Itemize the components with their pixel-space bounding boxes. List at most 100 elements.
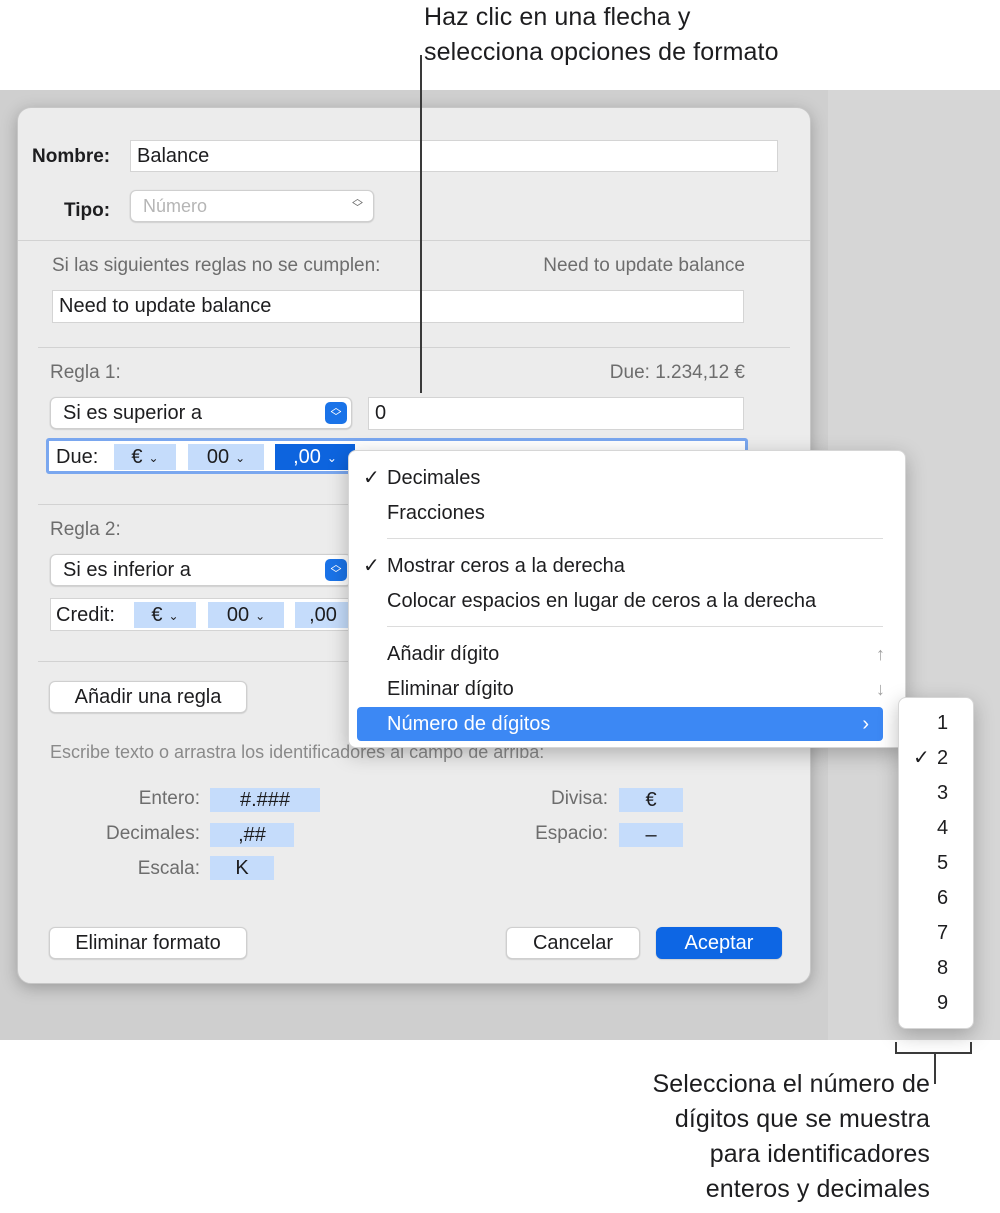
menu-item-label: Número de dígitos — [387, 713, 551, 735]
rule-2-currency-token[interactable]: € ⌄ — [134, 602, 196, 628]
submenu-item-1[interactable]: 1 — [899, 706, 975, 741]
menu-item-label: Eliminar dígito — [387, 678, 514, 700]
submenu-item-8[interactable]: 8 — [899, 951, 975, 986]
submenu-item-6[interactable]: 6 — [899, 881, 975, 916]
submenu-item-2[interactable]: ✓ 2 — [899, 741, 975, 776]
callout-top-line-2: selecciona opciones de formato — [424, 38, 779, 66]
rule-1-decimals-token[interactable]: ,00 ⌄ — [275, 444, 355, 470]
separator — [38, 347, 790, 348]
menu-separator — [387, 538, 883, 539]
submenu-item-label: 1 — [937, 712, 949, 734]
menu-item-remove-digit[interactable]: Eliminar dígito ↓ — [349, 672, 907, 706]
callout-bottom-leader — [934, 1052, 936, 1084]
integer-token[interactable]: #.### — [210, 788, 320, 812]
rules-intro: Si las siguientes reglas no se cumplen: — [52, 255, 381, 276]
checkmark-icon: ✓ — [913, 747, 930, 769]
rule-2-condition-popup[interactable]: Si es inferior a ︿ ﹀ — [50, 554, 352, 586]
rule-1-integer-token-label: 00 — [206, 446, 230, 468]
rules-preview: Need to update balance — [543, 255, 745, 276]
checkmark-icon: ✓ — [363, 555, 380, 577]
callout-bottom-line-2: dígitos que se muestra — [674, 1105, 930, 1133]
rule-1-condition-value: Si es superior a — [63, 401, 202, 424]
rule-1-integer-token[interactable]: 00 ⌄ — [188, 444, 264, 470]
submenu-item-label: 4 — [937, 817, 949, 839]
menu-item-show-trailing-zeros[interactable]: ✓ Mostrar ceros a la derecha — [349, 549, 907, 583]
menu-separator — [387, 626, 883, 627]
rule-1-currency-token-label: € — [131, 446, 143, 468]
rule-1-title: Regla 1: — [50, 362, 121, 383]
digits-submenu: 1 ✓ 2 3 4 5 6 7 8 9 — [898, 697, 974, 1029]
callout-top-line-1: Haz clic en una flecha y — [424, 3, 691, 31]
submenu-item-label: 9 — [937, 992, 949, 1014]
space-label: Espacio: — [535, 823, 608, 844]
callout-bottom-line-4: enteros y decimales — [705, 1175, 930, 1203]
rule-1-value: 0 — [375, 402, 387, 424]
delete-format-button[interactable]: Eliminar formato — [49, 927, 247, 959]
stepper-arrows-icon: ︿ ﹀ — [352, 193, 363, 214]
callout-bottom-line-1: Selecciona el número de — [652, 1070, 930, 1098]
submenu-item-label: 3 — [937, 782, 949, 804]
arrow-down-icon: ↓ — [876, 679, 885, 699]
submenu-item-label: 2 — [937, 747, 949, 769]
rules-text-value: Need to update balance — [59, 295, 272, 317]
menu-item-spaces-for-trailing-zeros[interactable]: Colocar espacios en lugar de ceros a la … — [349, 584, 907, 618]
rule-1-prefix: Due: — [56, 446, 99, 468]
menu-item-number-of-digits[interactable]: Número de dígitos › — [357, 707, 883, 741]
rule-2-prefix: Credit: — [56, 604, 115, 626]
rule-2-decimals-token-label: ,00 — [309, 604, 337, 626]
type-popup[interactable]: Número ︿ ﹀ — [130, 190, 374, 222]
name-input-value: Balance — [137, 144, 210, 167]
menu-item-label: Decimales — [387, 467, 481, 489]
rule-1-decimals-token-label: ,00 — [293, 446, 321, 468]
rule-2-currency-token-label: € — [151, 604, 163, 626]
rule-1-preview: Due: 1.234,12 € — [609, 362, 745, 383]
submenu-item-3[interactable]: 3 — [899, 776, 975, 811]
rule-1-value-input[interactable]: 0 — [368, 397, 744, 430]
rule-1-condition-popup[interactable]: Si es superior a ︿ ﹀ — [50, 397, 352, 429]
decimals-token[interactable]: ,## — [210, 823, 294, 847]
submenu-item-4[interactable]: 4 — [899, 811, 975, 846]
submenu-item-label: 7 — [937, 922, 949, 944]
menu-item-label: Fracciones — [387, 502, 485, 524]
rule-2-decimals-token[interactable]: ,00 — [295, 602, 351, 628]
separator — [18, 240, 810, 241]
rule-2-condition-value: Si es inferior a — [63, 558, 191, 581]
type-popup-value: Número — [143, 195, 208, 216]
menu-item-label: Colocar espacios en lugar de ceros a la … — [387, 590, 817, 612]
submenu-item-7[interactable]: 7 — [899, 916, 975, 951]
menu-item-fractions[interactable]: Fracciones — [349, 496, 907, 530]
callout-top-leader — [420, 55, 422, 393]
callout-bottom: Selecciona el número de dígitos que se m… — [560, 1067, 930, 1207]
chevron-right-icon: › — [862, 713, 869, 735]
decimals-label: Decimales: — [106, 823, 200, 844]
currency-token[interactable]: € — [619, 788, 683, 812]
name-input[interactable]: Balance — [130, 140, 778, 172]
space-token[interactable]: – — [619, 823, 683, 847]
stepper-arrows-icon: ︿ ﹀ — [325, 559, 347, 581]
callout-bottom-line-3: para identificadores — [709, 1140, 930, 1168]
rule-1-currency-token[interactable]: € ⌄ — [114, 444, 176, 470]
submenu-item-9[interactable]: 9 — [899, 986, 975, 1021]
rules-text-input[interactable]: Need to update balance — [52, 290, 744, 323]
menu-item-decimals[interactable]: ✓ Decimales — [349, 461, 907, 495]
name-label: Nombre: — [32, 146, 111, 167]
arrow-up-icon: ↑ — [876, 644, 885, 664]
stepper-arrows-icon: ︿ ﹀ — [325, 402, 347, 424]
submenu-item-label: 8 — [937, 957, 949, 979]
chevron-down-icon: ⌄ — [255, 608, 266, 623]
scale-token[interactable]: K — [210, 856, 274, 880]
submenu-item-label: 5 — [937, 852, 949, 874]
cancel-button[interactable]: Cancelar — [506, 927, 640, 959]
rule-2-integer-token[interactable]: 00 ⌄ — [208, 602, 284, 628]
chevron-down-icon: ⌄ — [148, 450, 159, 465]
type-label: Tipo: — [64, 200, 111, 221]
chevron-down-icon: ⌄ — [326, 450, 337, 465]
submenu-item-5[interactable]: 5 — [899, 846, 975, 881]
accept-button[interactable]: Aceptar — [656, 927, 782, 959]
chevron-down-icon: ⌄ — [168, 608, 179, 623]
decimals-token-menu: ✓ Decimales Fracciones ✓ Mostrar ceros a… — [348, 450, 906, 748]
add-rule-button[interactable]: Añadir una regla — [49, 681, 247, 713]
menu-item-add-digit[interactable]: Añadir dígito ↑ — [349, 637, 907, 671]
scale-label: Escala: — [137, 858, 200, 879]
integer-label: Entero: — [138, 788, 200, 809]
